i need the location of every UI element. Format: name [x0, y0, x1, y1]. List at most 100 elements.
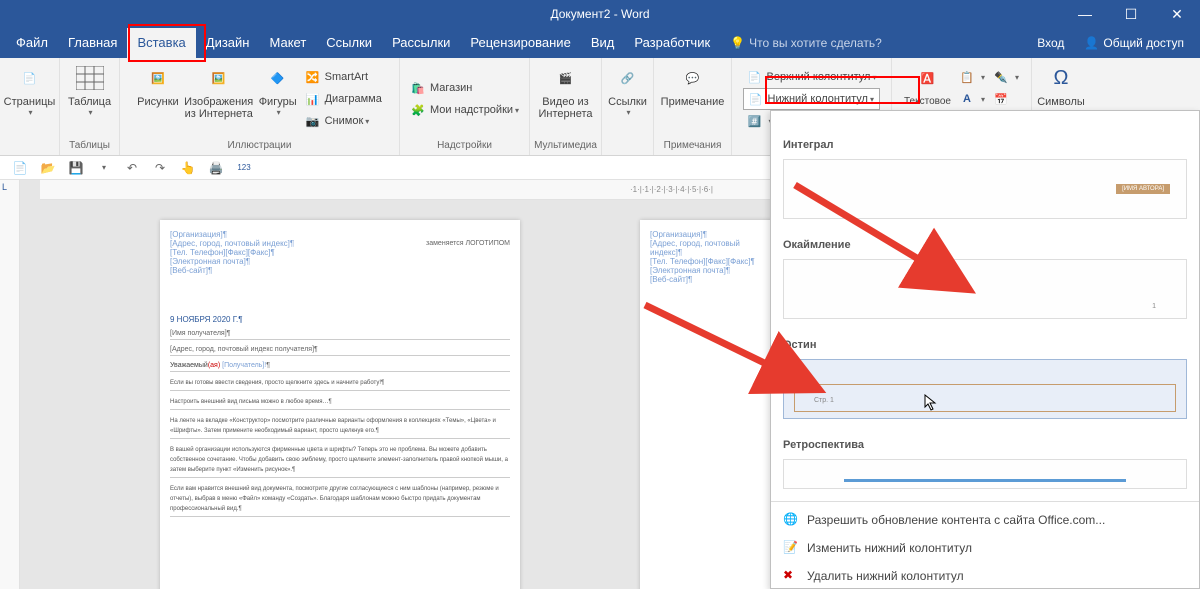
signature-button[interactable]: ✒️▾ — [989, 66, 1023, 88]
tab-layout[interactable]: Макет — [259, 28, 316, 58]
my-addins-button[interactable]: 🧩 Мои надстройки ▾ — [406, 99, 523, 121]
chevron-down-icon: ▾ — [627, 108, 631, 117]
table-button[interactable]: Таблица ▾ — [64, 60, 115, 119]
share-button[interactable]: 👤 Общий доступ — [1074, 36, 1194, 50]
gallery-section-austin: Остин — [771, 331, 1199, 355]
qat-redo[interactable]: ↷ — [148, 158, 172, 178]
tab-view[interactable]: Вид — [581, 28, 625, 58]
chevron-down-icon: ▾ — [277, 108, 281, 117]
wordart-icon: A — [959, 91, 975, 107]
qat-touch[interactable]: 👆 — [176, 158, 200, 178]
gallery-office-update[interactable]: 🌐 Разрешить обновление контента с сайта … — [771, 506, 1199, 534]
chevron-down-icon: ▾ — [89, 108, 93, 117]
tab-developer[interactable]: Разработчик — [624, 28, 720, 58]
qat-123[interactable]: 123 — [232, 158, 256, 178]
signature-icon: ✒️ — [993, 69, 1009, 85]
qat-open[interactable]: 📂 — [36, 158, 60, 178]
picture-icon: 🖼️ — [142, 62, 174, 94]
gallery-footer-menu: 🌐 Разрешить обновление контента с сайта … — [771, 501, 1199, 589]
chart-button[interactable]: 📊 Диаграмма — [301, 88, 386, 110]
close-button[interactable]: ✕ — [1154, 0, 1200, 28]
chevron-down-icon: ▾ — [872, 73, 876, 82]
smartart-icon: 🔀 — [305, 69, 321, 85]
delete-icon: ✖ — [783, 568, 799, 584]
gallery-edit-footer[interactable]: 📝 Изменить нижний колонтитул — [771, 534, 1199, 562]
store-button[interactable]: 🛍️ Магазин — [406, 77, 523, 99]
header-button[interactable]: 📄 Верхний колонтитул ▾ — [743, 66, 881, 88]
qat-undo[interactable]: ↶ — [120, 158, 144, 178]
addins-icon: 🧩 — [410, 102, 426, 118]
window-controls: — ☐ ✕ — [1062, 0, 1200, 28]
comment-icon: 💬 — [677, 62, 709, 94]
lightbulb-icon: 💡 — [730, 36, 745, 50]
footer-button[interactable]: 📄 Нижний колонтитул ▾ — [743, 88, 881, 110]
online-pictures-button[interactable]: 🖼️ Изображения из Интернета — [183, 60, 255, 122]
header-icon: 📄 — [747, 69, 763, 85]
group-illustrations: 🖼️ Рисунки 🖼️ Изображения из Интернета 🔷… — [120, 58, 400, 155]
chart-icon: 📊 — [305, 91, 321, 107]
minimize-button[interactable]: — — [1062, 0, 1108, 28]
qat-print[interactable]: 🖨️ — [204, 158, 228, 178]
smartart-button[interactable]: 🔀 SmartArt — [301, 66, 386, 88]
pictures-button[interactable]: 🖼️ Рисунки — [133, 60, 183, 110]
vertical-ruler: L — [0, 180, 20, 589]
chevron-down-icon: ▾ — [28, 108, 32, 117]
cursor-icon — [924, 394, 938, 412]
chevron-down-icon: ▾ — [515, 106, 519, 115]
qat-new[interactable]: 📄 — [8, 158, 32, 178]
shapes-button[interactable]: 🔷 Фигуры ▾ — [255, 60, 301, 119]
signin-link[interactable]: Вход — [1027, 36, 1074, 50]
gallery-item-border[interactable]: 1 — [783, 259, 1187, 319]
omega-icon: Ω — [1045, 62, 1077, 94]
tab-file[interactable]: Файл — [6, 28, 58, 58]
gallery-section-integral: Интеграл — [771, 131, 1199, 155]
tab-review[interactable]: Рецензирование — [460, 28, 580, 58]
chevron-down-icon: ▾ — [870, 95, 874, 104]
share-icon: 👤 — [1084, 36, 1099, 50]
tab-design[interactable]: Дизайн — [196, 28, 260, 58]
pages-button[interactable]: 📄 Страницы ▾ — [0, 60, 59, 119]
tell-me-search[interactable]: 💡 Что вы хотите сделать? — [730, 36, 882, 50]
video-icon: 🎬 — [550, 62, 582, 94]
gallery-item-integral[interactable]: [ИМЯ АВТОРА] — [783, 159, 1187, 219]
maximize-button[interactable]: ☐ — [1108, 0, 1154, 28]
links-button[interactable]: 🔗 Ссылки ▾ — [604, 60, 651, 119]
document-title: Документ2 - Word — [550, 7, 649, 21]
qat-save-dd[interactable]: ▾ — [92, 158, 116, 178]
store-icon: 🛍️ — [410, 80, 426, 96]
online-video-button[interactable]: 🎬 Видео из Интернета — [534, 60, 597, 122]
gallery-item-retro[interactable] — [783, 459, 1187, 489]
qat-save[interactable]: 💾 — [64, 158, 88, 178]
comment-button[interactable]: 💬 Примечание — [657, 60, 729, 110]
tab-mailings[interactable]: Рассылки — [382, 28, 460, 58]
titlebar: Документ2 - Word — ☐ ✕ — [0, 0, 1200, 28]
group-addins: 🛍️ Магазин 🧩 Мои надстройки ▾ Надстройки — [400, 58, 530, 155]
screenshot-button[interactable]: 📷 Снимок ▾ — [301, 110, 386, 132]
wordart-button[interactable]: A▾ — [955, 88, 989, 110]
table-icon — [74, 62, 106, 94]
page-1[interactable]: [Организация]¶ [Адрес, город, почтовый и… — [160, 220, 520, 589]
group-pages: 📄 Страницы ▾ Таблицы — [0, 58, 60, 155]
footer-icon: 📄 — [748, 91, 764, 107]
quick-parts-button[interactable]: 📋▾ — [955, 66, 989, 88]
page-number-icon: #️⃣ — [747, 113, 763, 129]
parts-icon: 📋 — [959, 69, 975, 85]
datetime-button[interactable]: 📅 — [989, 88, 1023, 110]
screenshot-icon: 📷 — [305, 113, 321, 129]
gallery-item-austin[interactable]: Стр. 1 — [783, 359, 1187, 419]
tab-references[interactable]: Ссылки — [316, 28, 382, 58]
group-media: 🎬 Видео из Интернета Мультимедиа — [530, 58, 602, 155]
link-icon: 🔗 — [612, 62, 644, 94]
textbox-button[interactable]: 🅰️ Текстовое — [900, 60, 955, 110]
shapes-icon: 🔷 — [262, 62, 294, 94]
group-tables: Таблица ▾ Таблицы — [60, 58, 120, 155]
date-icon: 📅 — [993, 91, 1009, 107]
footer-gallery: Интеграл [ИМЯ АВТОРА] Окаймление 1 Остин… — [770, 110, 1200, 589]
group-comments: 💬 Примечание Примечания — [654, 58, 732, 155]
tab-home[interactable]: Главная — [58, 28, 127, 58]
tab-insert[interactable]: Вставка — [127, 28, 195, 58]
gallery-section-retro: Ретроспектива — [771, 431, 1199, 455]
group-links: 🔗 Ссылки ▾ — [602, 58, 654, 155]
page-2[interactable]: [Организация]¶ [Адрес, город, почтовый и… — [640, 220, 780, 589]
gallery-remove-footer[interactable]: ✖ Удалить нижний колонтитул — [771, 562, 1199, 589]
